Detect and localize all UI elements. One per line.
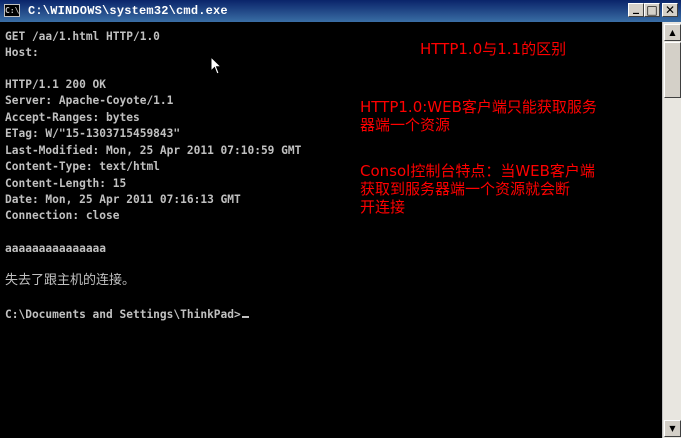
maximize-button[interactable]: □ <box>644 3 660 17</box>
console-line-server: Server: Apache-Coyote/1.1 <box>5 94 174 107</box>
console-line-status: HTTP/1.1 200 OK <box>5 78 107 91</box>
cmd-window: C:\ C:\WINDOWS\system32\cmd.exe _ □ ✕ GE… <box>0 0 681 438</box>
maximize-icon: □ <box>646 3 658 17</box>
console-output[interactable]: GET /aa/1.html HTTP/1.0 Host: HTTP/1.1 2… <box>0 22 662 438</box>
console-line-connection: Connection: close <box>5 209 120 222</box>
minimize-button[interactable]: _ <box>628 0 644 17</box>
console-line-connection-lost: 失去了跟主机的连接。 <box>5 273 136 288</box>
minimize-icon: _ <box>633 0 639 14</box>
title-bar[interactable]: C:\ C:\WINDOWS\system32\cmd.exe _ □ ✕ <box>0 0 681 22</box>
console-prompt[interactable]: C:\Documents and Settings\ThinkPad> <box>5 307 249 323</box>
console-line-last-modified: Last-Modified: Mon, 25 Apr 2011 07:10:59… <box>5 144 302 157</box>
prompt-text: C:\Documents and Settings\ThinkPad> <box>5 308 241 321</box>
window-title: C:\WINDOWS\system32\cmd.exe <box>28 4 228 18</box>
scroll-up-button[interactable]: ▲ <box>664 24 681 41</box>
close-icon: ✕ <box>664 3 676 17</box>
scroll-down-button[interactable]: ▼ <box>664 420 681 437</box>
console-line-request: GET /aa/1.html HTTP/1.0 <box>5 30 160 43</box>
console-line-content-length: Content-Length: 15 <box>5 177 127 190</box>
mouse-pointer-icon <box>210 56 223 75</box>
console-line-body: aaaaaaaaaaaaaaa <box>5 242 107 255</box>
arrow-down-icon: ▼ <box>669 424 676 433</box>
close-button[interactable]: ✕ <box>662 3 678 17</box>
annotation-http10: HTTP1.0:WEB客户端只能获取服务 器端一个资源 <box>360 98 597 134</box>
console-line-etag: ETag: W/"15-1303715459843" <box>5 127 181 140</box>
annotation-title: HTTP1.0与1.1的区别 <box>420 40 567 58</box>
arrow-up-icon: ▲ <box>669 28 676 37</box>
vertical-scrollbar[interactable]: ▲ ▼ <box>662 22 681 438</box>
console-line-accept-ranges: Accept-Ranges: bytes <box>5 111 140 124</box>
cmd-icon[interactable]: C:\ <box>4 4 20 17</box>
console-line-content-type: Content-Type: text/html <box>5 160 160 173</box>
text-cursor <box>241 316 249 318</box>
console-line-date: Date: Mon, 25 Apr 2011 07:16:13 GMT <box>5 193 241 206</box>
scrollbar-thumb[interactable] <box>664 42 681 98</box>
annotation-console-note: Consol控制台特点：当WEB客户端 获取到服务器端一个资源就会断 开连接 <box>360 162 595 216</box>
console-line-host: Host: <box>5 46 39 59</box>
